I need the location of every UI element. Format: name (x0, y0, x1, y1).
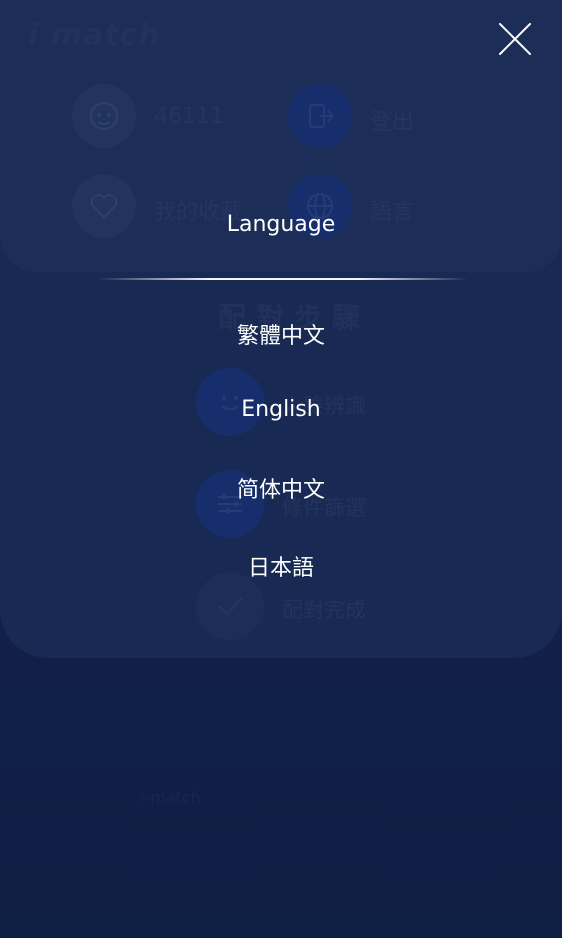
language-menu-title: Language (226, 212, 336, 237)
language-menu-divider (98, 278, 468, 280)
language-option-japanese[interactable]: 日本語 (0, 550, 562, 582)
close-button[interactable] (496, 20, 534, 58)
language-overlay (0, 0, 562, 938)
language-option-english[interactable]: English (0, 397, 562, 422)
language-option-simplified-chinese[interactable]: 简体中文 (0, 472, 562, 504)
close-icon (499, 23, 531, 55)
language-option-traditional-chinese[interactable]: 繁體中文 (0, 318, 562, 350)
